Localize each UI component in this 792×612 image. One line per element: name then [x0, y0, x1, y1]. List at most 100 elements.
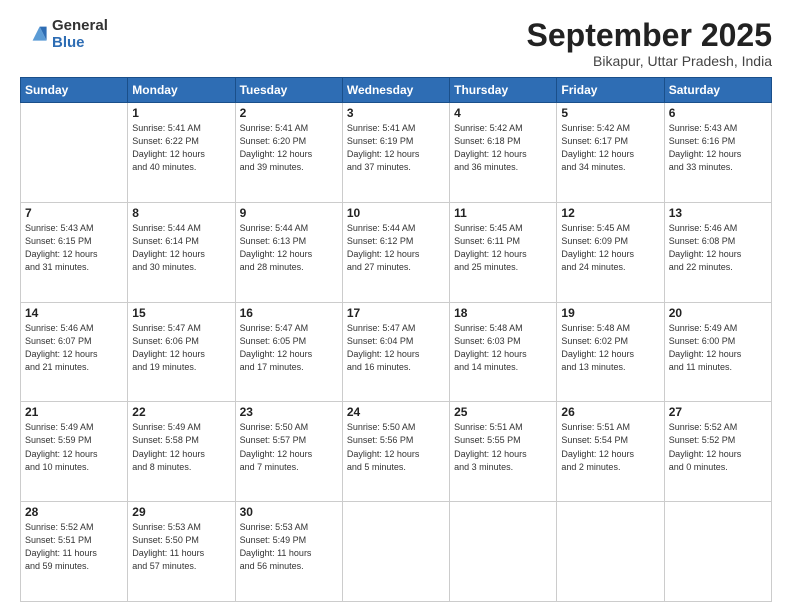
day-info: Sunrise: 5:50 AM Sunset: 5:56 PM Dayligh… [347, 421, 445, 473]
week-row-3: 14 Sunrise: 5:46 AM Sunset: 6:07 PM Dayli… [21, 302, 772, 402]
day-number: 15 [132, 306, 230, 320]
week-row-4: 21 Sunrise: 5:49 AM Sunset: 5:59 PM Dayli… [21, 402, 772, 502]
day-info: Sunrise: 5:45 AM Sunset: 6:11 PM Dayligh… [454, 222, 552, 274]
cell-w4-d2: 23 Sunrise: 5:50 AM Sunset: 5:57 PM Dayli… [235, 402, 342, 502]
day-number: 1 [132, 106, 230, 120]
cell-w3-d6: 20 Sunrise: 5:49 AM Sunset: 6:00 PM Dayli… [664, 302, 771, 402]
cell-w5-d3 [342, 502, 449, 602]
cell-w1-d6: 6 Sunrise: 5:43 AM Sunset: 6:16 PM Daylig… [664, 103, 771, 203]
day-info: Sunrise: 5:46 AM Sunset: 6:08 PM Dayligh… [669, 222, 767, 274]
cell-w1-d1: 1 Sunrise: 5:41 AM Sunset: 6:22 PM Daylig… [128, 103, 235, 203]
day-number: 3 [347, 106, 445, 120]
day-info: Sunrise: 5:49 AM Sunset: 5:59 PM Dayligh… [25, 421, 123, 473]
cell-w3-d2: 16 Sunrise: 5:47 AM Sunset: 6:05 PM Dayli… [235, 302, 342, 402]
cell-w5-d5 [557, 502, 664, 602]
calendar-title: September 2025 [527, 18, 772, 53]
header-tuesday: Tuesday [235, 78, 342, 103]
day-number: 19 [561, 306, 659, 320]
day-number: 21 [25, 405, 123, 419]
cell-w5-d0: 28Sunrise: 5:52 AM Sunset: 5:51 PM Dayli… [21, 502, 128, 602]
cell-w5-d2: 30Sunrise: 5:53 AM Sunset: 5:49 PM Dayli… [235, 502, 342, 602]
day-number: 14 [25, 306, 123, 320]
day-info: Sunrise: 5:46 AM Sunset: 6:07 PM Dayligh… [25, 322, 123, 374]
day-info: Sunrise: 5:51 AM Sunset: 5:54 PM Dayligh… [561, 421, 659, 473]
day-number: 27 [669, 405, 767, 419]
header-monday: Monday [128, 78, 235, 103]
day-info: Sunrise: 5:50 AM Sunset: 5:57 PM Dayligh… [240, 421, 338, 473]
day-info: Sunrise: 5:44 AM Sunset: 6:14 PM Dayligh… [132, 222, 230, 274]
day-info: Sunrise: 5:52 AM Sunset: 5:52 PM Dayligh… [669, 421, 767, 473]
day-number: 29 [132, 505, 230, 519]
day-number: 20 [669, 306, 767, 320]
logo-general-text: General [52, 18, 108, 35]
day-info: Sunrise: 5:45 AM Sunset: 6:09 PM Dayligh… [561, 222, 659, 274]
day-number: 6 [669, 106, 767, 120]
day-info: Sunrise: 5:43 AM Sunset: 6:15 PM Dayligh… [25, 222, 123, 274]
cell-w5-d4 [450, 502, 557, 602]
day-info: Sunrise: 5:44 AM Sunset: 6:13 PM Dayligh… [240, 222, 338, 274]
day-number: 26 [561, 405, 659, 419]
cell-w2-d2: 9 Sunrise: 5:44 AM Sunset: 6:13 PM Daylig… [235, 202, 342, 302]
cell-w4-d0: 21 Sunrise: 5:49 AM Sunset: 5:59 PM Dayli… [21, 402, 128, 502]
header-saturday: Saturday [664, 78, 771, 103]
weekday-header-row: Sunday Monday Tuesday Wednesday Thursday… [21, 78, 772, 103]
title-block: September 2025 Bikapur, Uttar Pradesh, I… [527, 18, 772, 69]
day-number: 9 [240, 206, 338, 220]
day-number: 12 [561, 206, 659, 220]
cell-w4-d6: 27 Sunrise: 5:52 AM Sunset: 5:52 PM Dayli… [664, 402, 771, 502]
logo: General Blue [20, 18, 108, 51]
week-row-5: 28Sunrise: 5:52 AM Sunset: 5:51 PM Dayli… [21, 502, 772, 602]
day-number: 2 [240, 106, 338, 120]
day-number: 13 [669, 206, 767, 220]
day-number: 30 [240, 505, 338, 519]
day-info: Sunrise: 5:48 AM Sunset: 6:02 PM Dayligh… [561, 322, 659, 374]
week-row-1: 1 Sunrise: 5:41 AM Sunset: 6:22 PM Daylig… [21, 103, 772, 203]
day-number: 22 [132, 405, 230, 419]
day-number: 7 [25, 206, 123, 220]
cell-w2-d0: 7 Sunrise: 5:43 AM Sunset: 6:15 PM Daylig… [21, 202, 128, 302]
day-info: Sunrise: 5:44 AM Sunset: 6:12 PM Dayligh… [347, 222, 445, 274]
cell-w2-d6: 13 Sunrise: 5:46 AM Sunset: 6:08 PM Dayli… [664, 202, 771, 302]
cell-w4-d5: 26 Sunrise: 5:51 AM Sunset: 5:54 PM Dayli… [557, 402, 664, 502]
cell-w1-d5: 5Sunrise: 5:42 AM Sunset: 6:17 PM Daylig… [557, 103, 664, 203]
header-sunday: Sunday [21, 78, 128, 103]
day-info: Sunrise: 5:41 AM Sunset: 6:20 PM Dayligh… [240, 122, 338, 174]
day-info: Sunrise: 5:49 AM Sunset: 6:00 PM Dayligh… [669, 322, 767, 374]
day-info: Sunrise: 5:47 AM Sunset: 6:04 PM Dayligh… [347, 322, 445, 374]
cell-w1-d4: 4 Sunrise: 5:42 AM Sunset: 6:18 PM Daylig… [450, 103, 557, 203]
day-info: Sunrise: 5:53 AM Sunset: 5:50 PM Dayligh… [132, 521, 230, 573]
day-number: 24 [347, 405, 445, 419]
day-info: Sunrise: 5:48 AM Sunset: 6:03 PM Dayligh… [454, 322, 552, 374]
cell-w2-d5: 12 Sunrise: 5:45 AM Sunset: 6:09 PM Dayli… [557, 202, 664, 302]
page-header: General Blue September 2025 Bikapur, Utt… [20, 18, 772, 69]
day-info: Sunrise: 5:51 AM Sunset: 5:55 PM Dayligh… [454, 421, 552, 473]
day-number: 25 [454, 405, 552, 419]
day-info: Sunrise: 5:47 AM Sunset: 6:05 PM Dayligh… [240, 322, 338, 374]
day-info: Sunrise: 5:42 AM Sunset: 6:18 PM Dayligh… [454, 122, 552, 174]
calendar-table: Sunday Monday Tuesday Wednesday Thursday… [20, 77, 772, 602]
cell-w2-d3: 10Sunrise: 5:44 AM Sunset: 6:12 PM Dayli… [342, 202, 449, 302]
day-info: Sunrise: 5:41 AM Sunset: 6:19 PM Dayligh… [347, 122, 445, 174]
cell-w5-d1: 29 Sunrise: 5:53 AM Sunset: 5:50 PM Dayli… [128, 502, 235, 602]
cell-w3-d0: 14 Sunrise: 5:46 AM Sunset: 6:07 PM Dayli… [21, 302, 128, 402]
day-number: 4 [454, 106, 552, 120]
day-number: 18 [454, 306, 552, 320]
cell-w3-d5: 19 Sunrise: 5:48 AM Sunset: 6:02 PM Dayli… [557, 302, 664, 402]
logo-blue-text: Blue [52, 35, 108, 52]
day-info: Sunrise: 5:42 AM Sunset: 6:17 PM Dayligh… [561, 122, 659, 174]
cell-w3-d1: 15Sunrise: 5:47 AM Sunset: 6:06 PM Dayli… [128, 302, 235, 402]
day-info: Sunrise: 5:49 AM Sunset: 5:58 PM Dayligh… [132, 421, 230, 473]
header-thursday: Thursday [450, 78, 557, 103]
logo-icon [20, 21, 48, 49]
day-number: 23 [240, 405, 338, 419]
cell-w1-d0 [21, 103, 128, 203]
day-number: 16 [240, 306, 338, 320]
day-info: Sunrise: 5:52 AM Sunset: 5:51 PM Dayligh… [25, 521, 123, 573]
day-info: Sunrise: 5:41 AM Sunset: 6:22 PM Dayligh… [132, 122, 230, 174]
cell-w4-d4: 25 Sunrise: 5:51 AM Sunset: 5:55 PM Dayli… [450, 402, 557, 502]
header-friday: Friday [557, 78, 664, 103]
week-row-2: 7 Sunrise: 5:43 AM Sunset: 6:15 PM Daylig… [21, 202, 772, 302]
cell-w2-d4: 11Sunrise: 5:45 AM Sunset: 6:11 PM Dayli… [450, 202, 557, 302]
day-info: Sunrise: 5:43 AM Sunset: 6:16 PM Dayligh… [669, 122, 767, 174]
cell-w5-d6 [664, 502, 771, 602]
